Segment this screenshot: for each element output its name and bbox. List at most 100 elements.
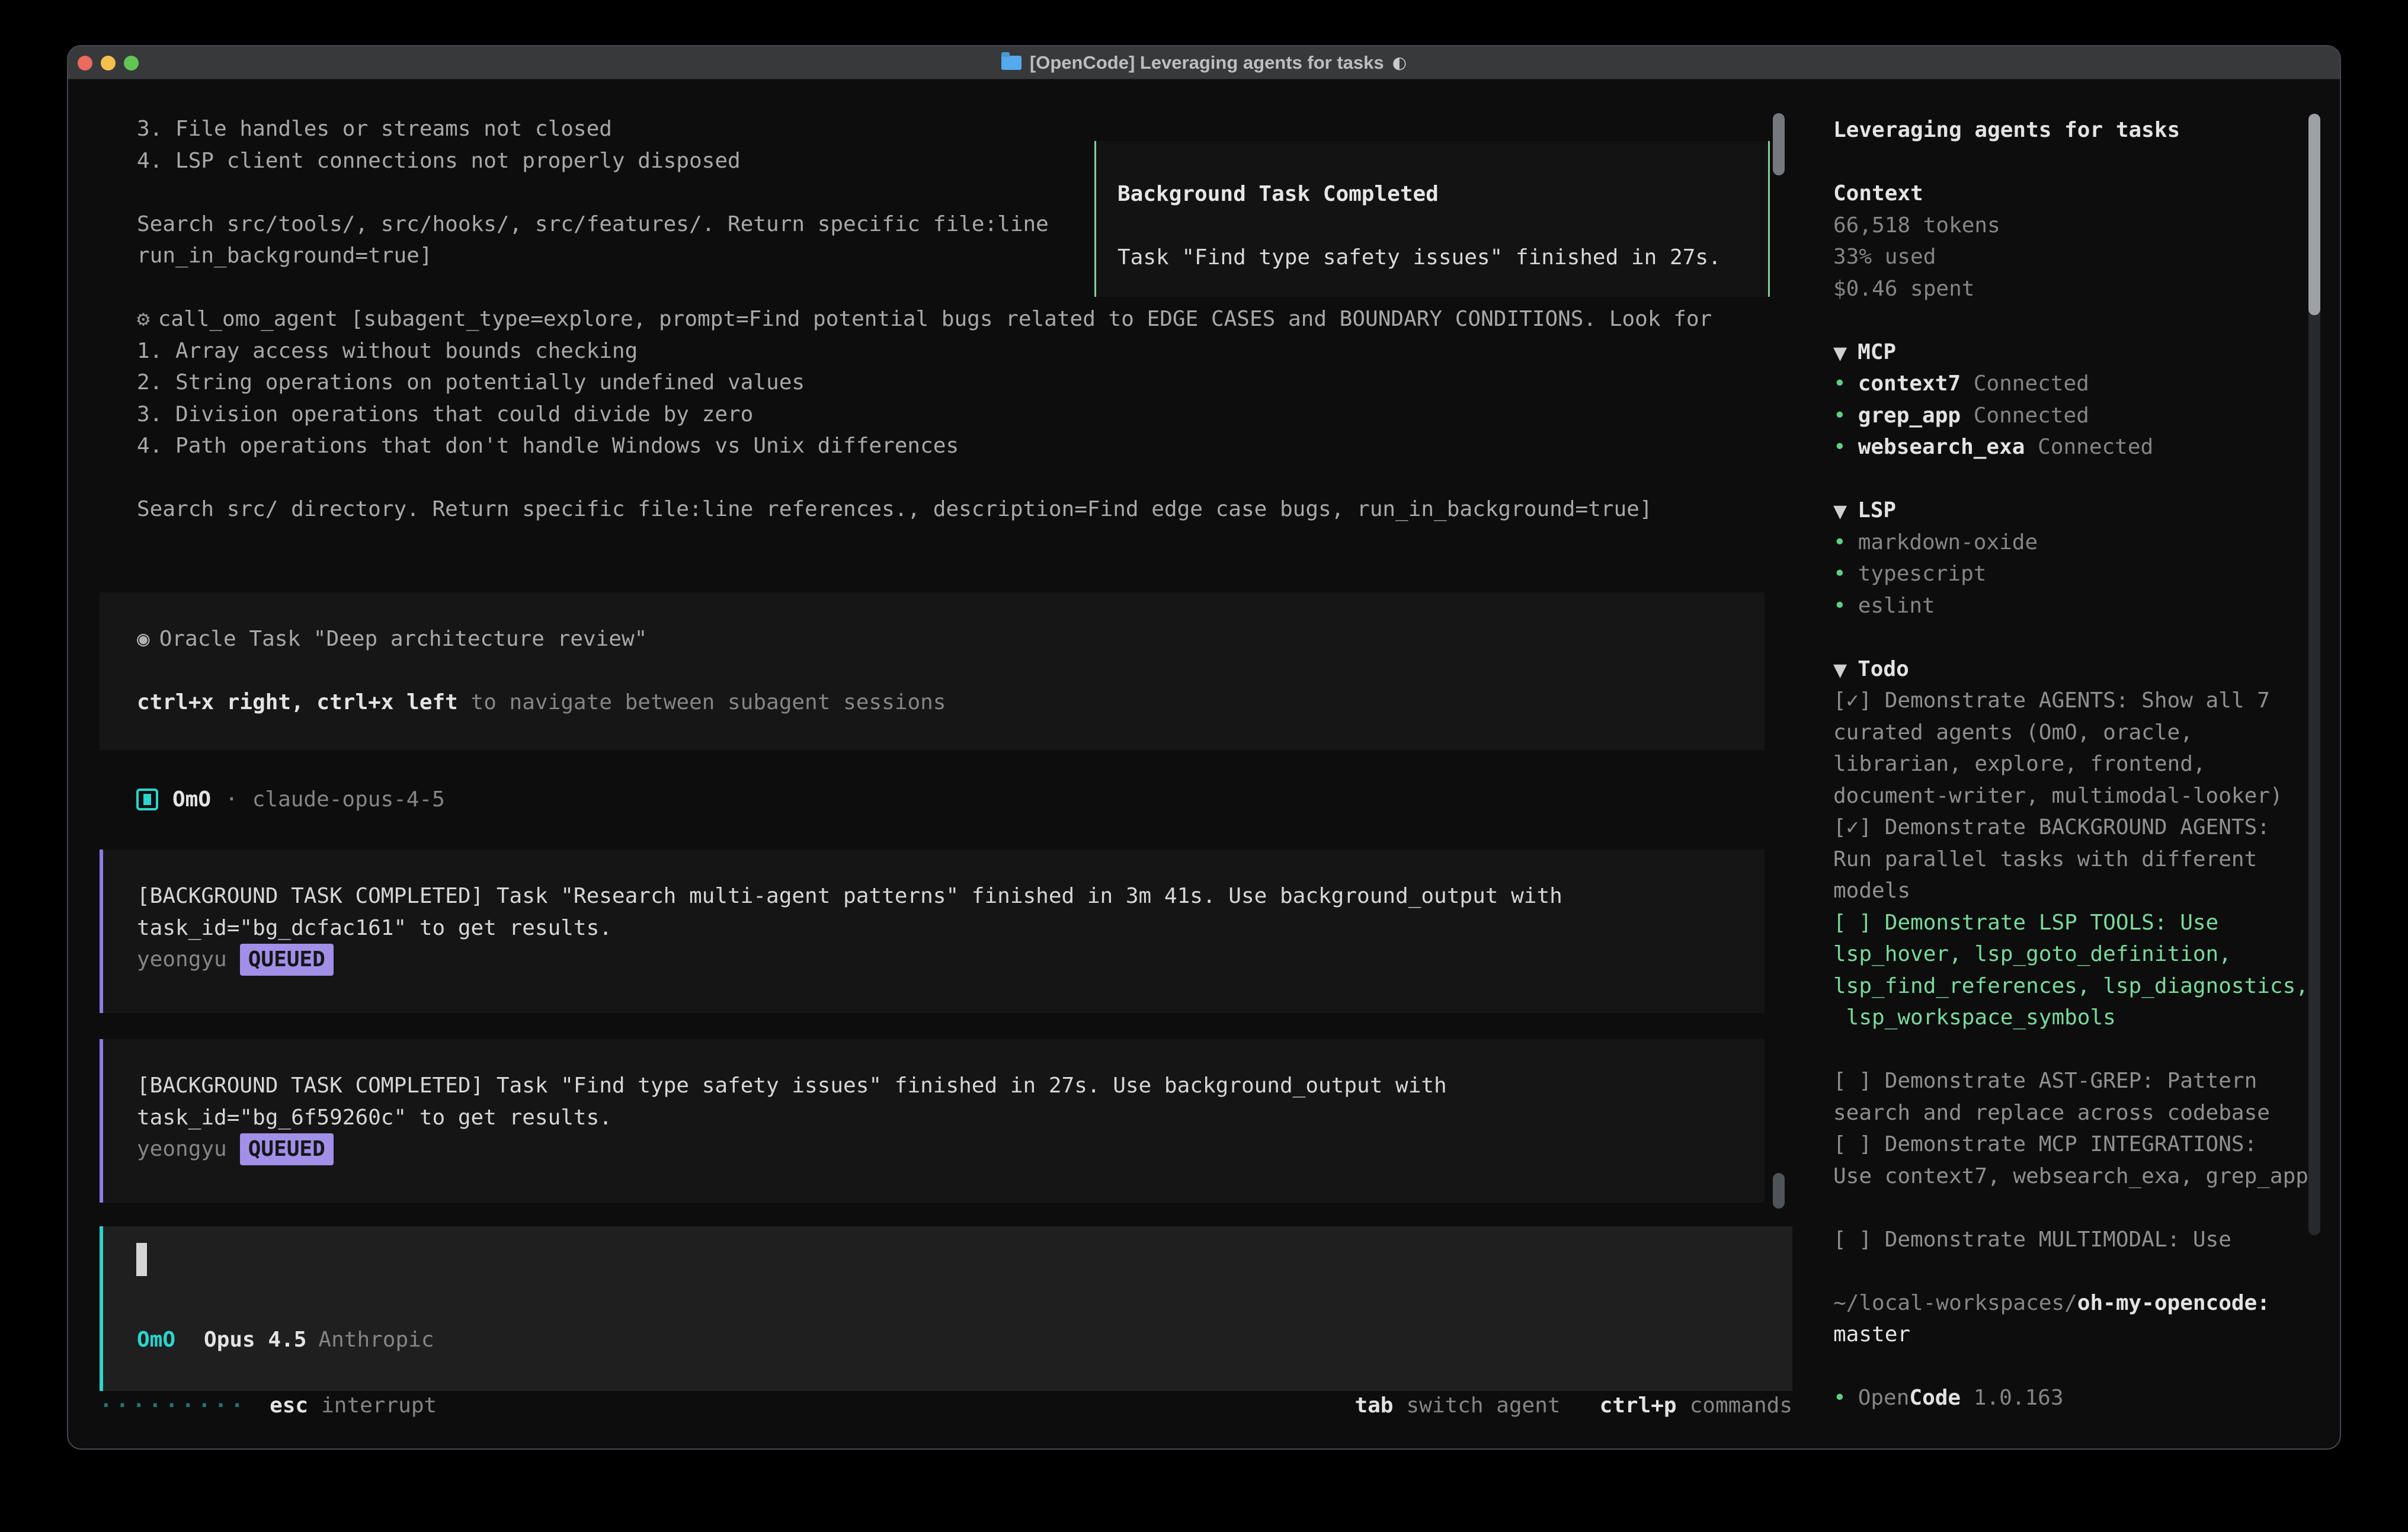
sidebar-spacer <box>1833 1351 2341 1383</box>
zoom-button[interactable] <box>124 56 139 70</box>
todo-line-done: librarian, explore, frontend, <box>1833 748 2341 780</box>
task-message-line: [BACKGROUND TASK COMPLETED] Task "Resear… <box>137 880 1765 912</box>
lsp-item: • typescript <box>1833 558 2341 590</box>
todo-section-header[interactable]: ▼ Todo <box>1833 653 2341 685</box>
todo-line-pending: [ ] Demonstrate MCP INTEGRATIONS: <box>1833 1129 2341 1161</box>
workspace-path-prefix: ~/local-workspaces/ <box>1833 1291 2077 1315</box>
prompt-input[interactable]: OmO Opus 4.5 Anthropic <box>100 1226 1792 1391</box>
folder-icon <box>1001 56 1022 70</box>
todo-line-pending: Use context7, websearch_exa, grep_app <box>1833 1161 2341 1193</box>
agent-header: OmO · claude-opus-4-5 <box>136 784 445 816</box>
todo-line-pending: search and replace across codebase <box>1833 1097 2341 1129</box>
tab-key-label: switch agent <box>1406 1393 1560 1418</box>
oracle-hint-keys: ctrl+x right, ctrl+x left <box>137 690 458 714</box>
oracle-hint: ctrl+x right, ctrl+x left to navigate be… <box>137 687 1765 719</box>
esc-key-hint: esc <box>270 1393 308 1418</box>
todo-header-label: Todo <box>1858 657 1909 681</box>
minimize-button[interactable] <box>101 56 116 70</box>
version-number: 1.0.163 <box>1974 1386 2064 1410</box>
todo-line-active: lsp_hover, lsp_goto_definition, <box>1833 938 2341 970</box>
lsp-item: •markdown-oxide <box>1833 527 2341 559</box>
chevron-down-icon: ▼ <box>1833 343 1847 364</box>
text-cursor <box>136 1243 147 1276</box>
sidebar-spacer <box>1833 621 2341 653</box>
queued-badge: QUEUED <box>240 944 334 976</box>
version-name-prefix: Open <box>1858 1386 1910 1410</box>
task-message-footer: yeongyu QUEUED <box>137 1133 1765 1165</box>
tab-key-hint: tab <box>1354 1393 1393 1418</box>
bullet-icon: • <box>1833 562 1846 586</box>
status-bar-right: tab switch agent ctrl+p commands <box>1354 1393 1792 1418</box>
mcp-item: •websearch_exa Connected <box>1833 431 2341 463</box>
todo-line-done: models <box>1833 875 2341 907</box>
toast-notification: Background Task Completed Task "Find typ… <box>1094 141 1770 297</box>
input-footer: OmO Opus 4.5 Anthropic <box>137 1324 434 1356</box>
sidebar: Leveraging agents for tasks Context 66,5… <box>1833 114 2341 1414</box>
mcp-item: •context7 Connected <box>1833 368 2341 400</box>
context-tokens: 66,518 tokens <box>1833 210 2341 242</box>
tool-call-line: ⚙ call_omo_agent [subagent_type=explore, … <box>137 303 1712 335</box>
window-title-text: [OpenCode] Leveraging agents for tasks <box>1030 52 1384 73</box>
todo-line-active: lsp_workspace_symbols <box>1833 1002 2341 1034</box>
oracle-task-panel: ◉Oracle Task "Deep architecture review" … <box>100 592 1765 750</box>
context-spent: $0.46 spent <box>1833 273 2341 305</box>
mcp-header-label: MCP <box>1858 340 1896 364</box>
todo-line-done: document-writer, multimodal-looker) <box>1833 780 2341 812</box>
window-title: [OpenCode] Leveraging agents for tasks ◐ <box>1001 52 1407 73</box>
todo-line-done: [✓] Demonstrate BACKGROUND AGENTS: <box>1833 812 2341 844</box>
task-user: yeongyu <box>137 1133 227 1165</box>
tool-call-text: call_omo_agent [subagent_type=explore, p… <box>158 307 1712 331</box>
todo-line-active: lsp_find_references, lsp_diagnostics, <box>1833 970 2341 1002</box>
mcp-item-status: Connected <box>2038 435 2153 459</box>
toast-title: Background Task Completed <box>1117 178 1768 210</box>
status-bar: ········· esc interrupt tab switch agent… <box>100 1389 1792 1421</box>
toast-spacer <box>1117 210 1768 242</box>
task-user: yeongyu <box>137 944 227 976</box>
context-used: 33% used <box>1833 241 2341 273</box>
task-message-footer: yeongyu QUEUED <box>137 944 1765 976</box>
log-line: 1. Array access without bounds checking <box>137 335 1712 367</box>
opencode-window: [OpenCode] Leveraging agents for tasks ◐… <box>67 45 2341 1450</box>
chevron-down-icon: ▼ <box>1833 660 1847 681</box>
bullet-icon: • <box>1833 371 1846 396</box>
close-button[interactable] <box>78 56 92 70</box>
sidebar-spacer <box>1833 1255 2341 1287</box>
sidebar-spacer <box>1833 146 2341 178</box>
mcp-section-header[interactable]: ▼ MCP <box>1833 336 2341 368</box>
sidebar-spacer <box>1833 1192 2341 1224</box>
agent-model: claude-opus-4-5 <box>252 787 445 812</box>
session-title: Leveraging agents for tasks <box>1833 114 2341 146</box>
sidebar-spacer <box>1833 1034 2341 1066</box>
workspace-branch: master <box>1833 1319 2341 1351</box>
task-message-line: task_id="bg_dcfac161" to get results. <box>137 912 1765 944</box>
input-provider: Anthropic <box>318 1328 434 1352</box>
lsp-item: •eslint <box>1833 590 2341 622</box>
lsp-item-name: typescript <box>1858 562 1987 586</box>
todo-line-active: [ ] Demonstrate LSP TOOLS: Use <box>1833 907 2341 939</box>
moon-icon: ◐ <box>1392 53 1407 72</box>
input-agent-name: OmO <box>137 1328 175 1352</box>
sidebar-scrollbar-thumb[interactable] <box>2308 114 2320 315</box>
workspace-repo: oh-my-opencode: <box>2077 1291 2270 1315</box>
gear-icon: ⚙ <box>137 307 150 331</box>
background-task-message-2: [BACKGROUND TASK COMPLETED] Task "Find t… <box>100 1039 1765 1203</box>
mcp-item-status: Connected <box>1974 403 2089 428</box>
main-scrollbar-thumb-top[interactable] <box>1773 113 1785 175</box>
log-line: 3. Division operations that could divide… <box>137 399 1712 431</box>
agent-checkbox-icon <box>136 789 158 810</box>
log-spacer <box>137 462 1712 494</box>
mcp-item-status: Connected <box>1974 371 2089 396</box>
bullet-icon: • <box>1833 403 1846 428</box>
bullet-icon: • <box>1833 1386 1846 1410</box>
record-icon: ◉ <box>137 627 150 651</box>
window-controls <box>78 56 139 70</box>
lsp-section-header[interactable]: ▼LSP <box>1833 495 2341 527</box>
input-model: Opus 4.5 <box>204 1328 306 1352</box>
main-scrollbar-thumb-bottom[interactable] <box>1773 1173 1785 1209</box>
activity-dots-icon: ········· <box>100 1393 247 1418</box>
task-message-line: [BACKGROUND TASK COMPLETED] Task "Find t… <box>137 1070 1765 1102</box>
sidebar-spacer <box>1833 463 2341 495</box>
agent-name: OmO <box>172 787 211 812</box>
version-line: •OpenCode 1.0.163 <box>1833 1382 2341 1414</box>
log-line: Search src/ directory. Return specific f… <box>137 493 1712 525</box>
